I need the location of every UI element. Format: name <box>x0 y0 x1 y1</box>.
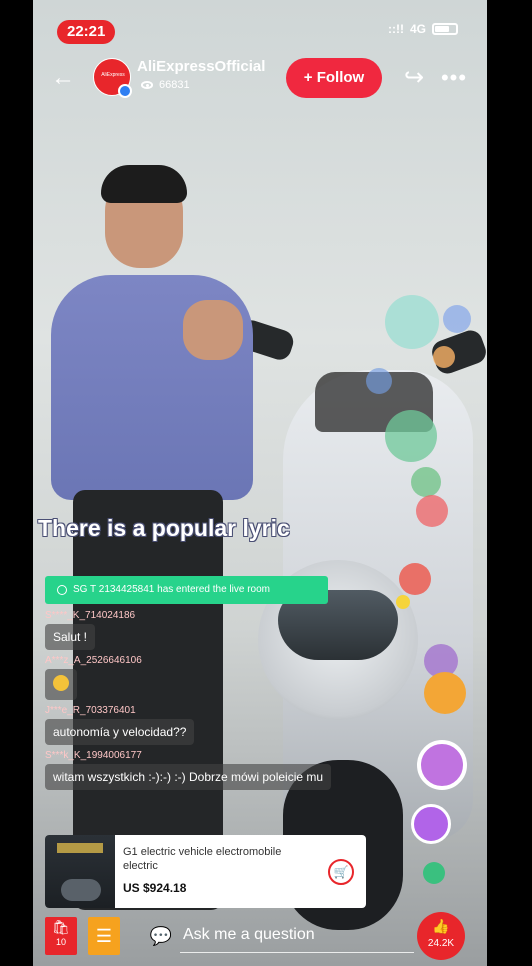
cart-icon[interactable]: 🛒 <box>328 859 354 885</box>
chat-item: S***k_K_1994006177 witam wszystkich :-):… <box>45 750 365 795</box>
presenter-hair <box>101 165 187 203</box>
person-icon <box>57 585 67 595</box>
ask-input-underline <box>180 952 414 953</box>
heart-reaction <box>385 295 439 349</box>
sparkle-reaction <box>396 595 410 609</box>
presenter-hand <box>183 300 243 360</box>
heart-reaction <box>417 740 467 790</box>
like-icon: 👍 <box>432 918 450 934</box>
product-thumbnail[interactable] <box>45 835 115 908</box>
product-price: US $924.18 <box>123 881 187 895</box>
shopping-bag-icon: 🛍 <box>52 919 70 935</box>
chat-username: A***z_A_2526646106 <box>45 655 142 666</box>
thumb-reaction <box>433 346 455 368</box>
chat-item: J***e_R_703376401 autonomía y velocidad?… <box>45 705 365 750</box>
thumb-reaction <box>423 862 445 884</box>
left-black-bar <box>0 0 33 966</box>
thumb-reaction <box>385 410 437 462</box>
status-time: 22:21 <box>57 20 116 44</box>
eye-icon <box>141 81 153 89</box>
viewer-count: 66831 <box>141 79 190 91</box>
thumb-reaction <box>366 368 392 394</box>
thumb-reaction <box>443 305 471 333</box>
channel-name[interactable]: AliExpressOfficial <box>137 58 265 75</box>
chat-item: A***z_A_2526646106 <box>45 655 365 705</box>
shopping-bag-count: 10 <box>55 937 66 947</box>
network-label: 4G <box>409 22 426 36</box>
entered-room-banner: SG T 2134425841 has entered the live roo… <box>45 576 328 604</box>
product-card[interactable]: G1 electric vehicle electromobile electr… <box>45 835 366 908</box>
chat-username: S****_K_714024186 <box>45 610 136 621</box>
chat-list: S****_K_714024186 Salut ! A***z_A_252664… <box>45 610 365 795</box>
list-icon[interactable]: ☰ <box>88 917 120 955</box>
chat-username: S***k_K_1994006177 <box>45 750 142 761</box>
status-indicators: ::!! 4G <box>388 22 458 36</box>
heart-reaction <box>416 495 448 527</box>
live-caption: There is a popular lyric <box>38 515 290 541</box>
chat-message: witam wszystkich :-):-) :-) Dobrze mówi … <box>45 764 332 790</box>
thumb-reaction <box>399 563 431 595</box>
like-count: 24.2K <box>427 938 455 949</box>
battery-icon <box>432 23 458 35</box>
chat-message <box>45 669 77 700</box>
chat-item: S****_K_714024186 Salut ! <box>45 610 365 655</box>
thumb-reaction <box>424 672 466 714</box>
heart-reaction <box>411 467 441 497</box>
smile-emoji-icon <box>53 675 69 691</box>
avatar-logo-text: AliExpress <box>101 72 125 78</box>
chat-username: J***e_R_703376401 <box>45 705 136 716</box>
shopping-bag-button[interactable]: 🛍 10 <box>45 917 77 955</box>
right-black-bar <box>487 0 532 966</box>
product-thumbnail-banner <box>57 843 103 853</box>
product-thumbnail-vehicle <box>61 879 101 901</box>
chat-bubble-icon[interactable]: 💬 <box>149 924 173 948</box>
back-arrow-icon[interactable]: ← <box>51 64 79 92</box>
thumb-reaction <box>411 804 451 844</box>
follow-button[interactable]: + Follow <box>286 58 382 98</box>
product-title[interactable]: G1 electric vehicle electromobile electr… <box>123 845 303 873</box>
ask-question-input[interactable]: Ask me a question <box>183 926 315 944</box>
chat-message: autonomía y velocidad?? <box>45 719 195 745</box>
signal-icon: ::!! <box>388 22 404 36</box>
more-icon[interactable]: ••• <box>435 62 473 94</box>
share-icon[interactable]: ↪ <box>398 62 430 94</box>
viewer-count-value: 66831 <box>159 79 190 91</box>
chat-message: Salut ! <box>45 624 96 650</box>
like-button[interactable]: 👍 24.2K <box>417 912 465 960</box>
verified-badge-icon <box>118 84 132 98</box>
live-stream-stage: 22:21 ::!! 4G ← AliExpress AliExpressOff… <box>33 0 487 966</box>
entered-text: SG T 2134425841 has entered the live roo… <box>73 584 270 595</box>
